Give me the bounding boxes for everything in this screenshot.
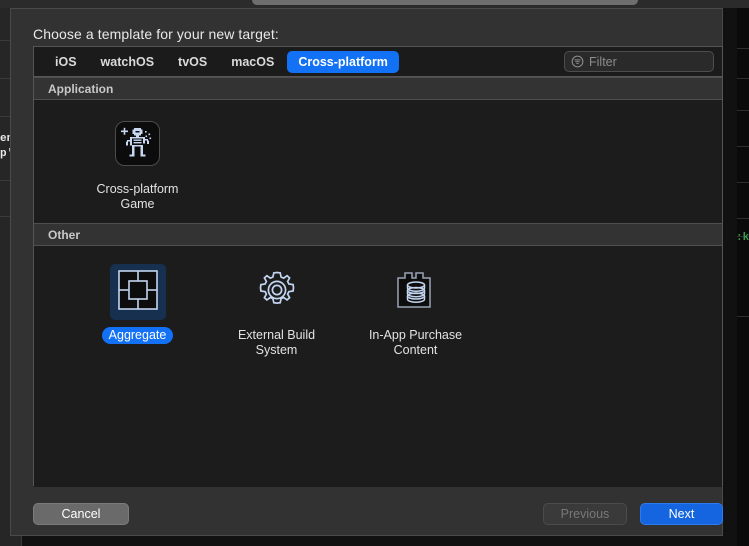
- new-target-template-sheet: Choose a template for your new target: i…: [10, 8, 723, 536]
- section-title: Application: [48, 81, 114, 96]
- section-body-other: Aggregate External Build System In-App P…: [34, 246, 722, 487]
- page-title: Choose a template for your new target:: [33, 26, 279, 42]
- background-divider: [737, 182, 749, 183]
- template-icon-container: [388, 264, 444, 320]
- platform-tab-bar: iOS watchOS tvOS macOS Cross-platform Fi…: [34, 47, 722, 77]
- previous-button[interactable]: Previous: [543, 503, 627, 525]
- tab-cross-platform[interactable]: Cross-platform: [287, 50, 399, 73]
- background-divider: [737, 146, 749, 147]
- template-label: In-App Purchase Content: [368, 328, 463, 357]
- tab-watchos[interactable]: watchOS: [90, 51, 166, 73]
- cancel-button[interactable]: Cancel: [33, 503, 129, 525]
- template-cross-platform-game[interactable]: Cross-platform Game: [68, 118, 207, 213]
- template-label: Cross-platform Game: [96, 182, 179, 211]
- background-code-fragment: :k: [736, 232, 749, 244]
- next-button[interactable]: Next: [640, 503, 723, 525]
- section-title: Other: [48, 227, 81, 242]
- tab-tvos[interactable]: tvOS: [167, 51, 218, 73]
- background-divider: [737, 48, 749, 49]
- tab-ios[interactable]: iOS: [44, 51, 88, 73]
- template-label: External Build System: [237, 328, 316, 357]
- filter-field[interactable]: Filter: [564, 51, 714, 72]
- template-chooser-panel: iOS watchOS tvOS macOS Cross-platform Fi…: [33, 46, 723, 487]
- template-icon-container: [249, 264, 305, 320]
- template-icon-container: [110, 118, 166, 174]
- sheet-top-edge-strip: [252, 0, 638, 5]
- background-divider: [737, 218, 749, 219]
- tab-macos[interactable]: macOS: [220, 51, 285, 73]
- background-right-editor: [737, 8, 749, 546]
- section-header-application: Application: [34, 77, 722, 100]
- background-divider: [737, 78, 749, 79]
- section-header-other: Other: [34, 223, 722, 246]
- template-external-build-system[interactable]: External Build System: [207, 264, 346, 359]
- coins-box-icon: [395, 270, 437, 315]
- aggregate-grid-icon: [117, 269, 158, 315]
- template-aggregate[interactable]: Aggregate: [68, 264, 207, 359]
- game-sprite-icon: [115, 121, 160, 171]
- filter-icon: [571, 55, 584, 68]
- section-body-application: Cross-platform Game: [34, 100, 722, 223]
- template-icon-container: [109, 264, 166, 320]
- filter-placeholder-text: Filter: [589, 54, 617, 69]
- background-divider: [737, 316, 749, 317]
- gear-icon: [255, 268, 299, 317]
- background-divider: [737, 110, 749, 111]
- template-label: Aggregate: [101, 327, 174, 344]
- template-in-app-purchase-content[interactable]: In-App Purchase Content: [346, 264, 485, 359]
